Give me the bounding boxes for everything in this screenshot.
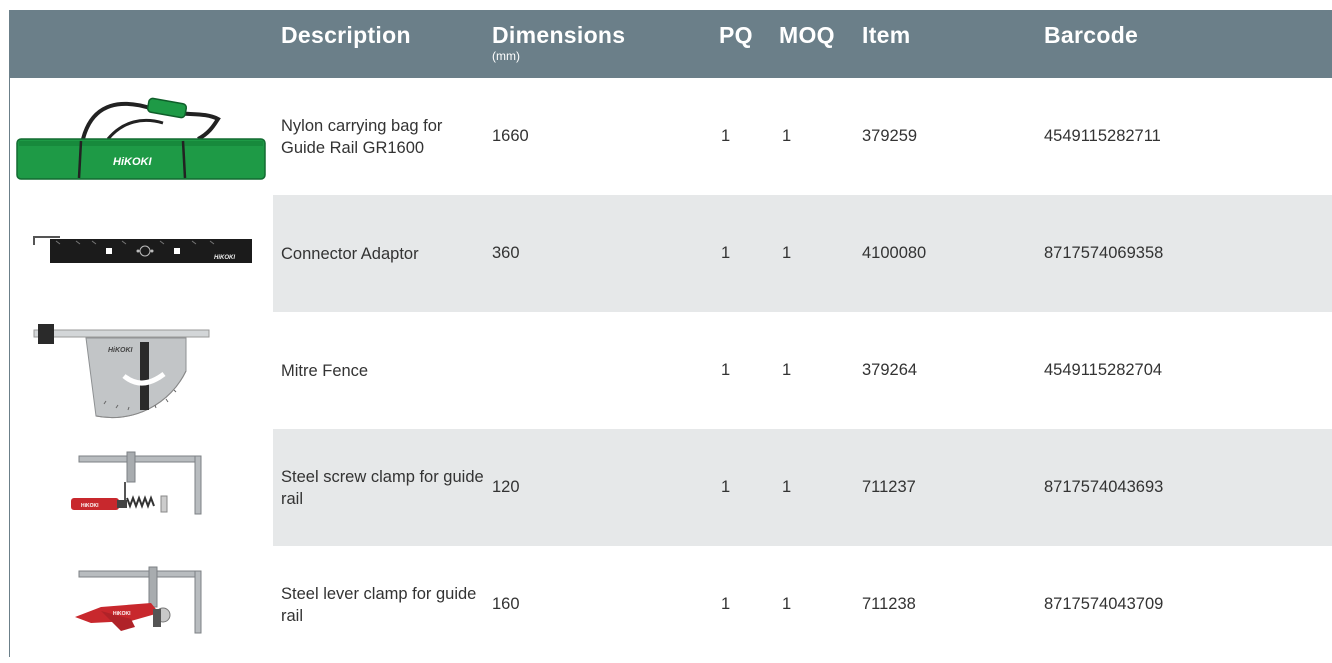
header-pq: PQ (719, 22, 753, 48)
table-row: HiKOKI Steel lever clamp for guide rail … (9, 546, 1332, 663)
moq-cell: 1 (782, 361, 792, 379)
item-cell: 379259 (862, 127, 918, 145)
bag-logo: HiKOKI (113, 156, 152, 168)
pq-cell: 1 (721, 244, 731, 262)
item-cell: 4100080 (862, 244, 927, 262)
table-row: HiKOKI Nylon carrying bag for Guide Rail… (9, 78, 1332, 195)
screw-clamp-logo: HiKOKI (81, 503, 99, 509)
dimensions-cell: 1660 (492, 127, 529, 145)
moq-cell: 1 (782, 478, 792, 496)
item-cell: 711238 (862, 595, 916, 613)
moq-cell: 1 (782, 244, 792, 262)
barcode-cell: 8717574043693 (1044, 478, 1164, 496)
dimensions-cell: 360 (492, 244, 520, 262)
fence-logo: HiKOKI (108, 347, 134, 354)
lever-clamp-logo: HiKOKI (113, 611, 131, 617)
header-item: Item (862, 22, 911, 48)
moq-cell: 1 (782, 127, 792, 145)
header-dimensions: Dimensions (mm) (492, 22, 625, 63)
table-row: HiKOKI Mitre Fence 1 1 379264 4549115282… (9, 312, 1332, 429)
barcode-cell: 8717574069358 (1044, 244, 1164, 262)
header-dimensions-label: Dimensions (492, 22, 626, 48)
dimensions-cell: 160 (492, 595, 520, 613)
carrying-bag-image: HiKOKI (9, 78, 273, 195)
screw-clamp-image: HiKOKI (9, 429, 273, 546)
adaptor-logo: HiKOKI (214, 255, 235, 261)
table-row: HiKOKI Connector Adaptor 360 1 1 4100080… (9, 195, 1332, 312)
pq-cell: 1 (721, 478, 731, 496)
description-cell: Mitre Fence (281, 361, 369, 380)
barcode-cell: 4549115282711 (1044, 127, 1161, 145)
mitre-fence-image: HiKOKI (9, 312, 273, 429)
pq-cell: 1 (721, 361, 731, 379)
table-row: HiKOKI Steel screw clamp for guide rail … (9, 429, 1332, 546)
header-barcode: Barcode (1044, 22, 1139, 48)
dimensions-cell: 120 (492, 478, 520, 496)
barcode-cell: 4549115282704 (1044, 361, 1163, 379)
header-description: Description (281, 22, 411, 48)
description-cell: Connector Adaptor (281, 244, 419, 263)
header-dimensions-unit: (mm) (492, 49, 520, 63)
connector-adaptor-image: HiKOKI (9, 195, 273, 312)
lever-clamp-image: HiKOKI (9, 546, 273, 663)
item-cell: 711237 (862, 478, 916, 496)
barcode-cell: 8717574043709 (1044, 595, 1164, 613)
moq-cell: 1 (782, 595, 792, 613)
item-cell: 379264 (862, 361, 918, 379)
description-cell: Steel lever clamp for guide rail (281, 584, 477, 625)
description-cell: Steel screw clamp for guide rail (281, 467, 484, 508)
pq-cell: 1 (721, 595, 731, 613)
header-moq: MOQ (779, 22, 835, 48)
description-cell: Nylon carrying bag for Guide Rail GR1600 (281, 116, 443, 157)
table-header: Description Dimensions (mm) PQ MOQ Item … (9, 10, 1332, 78)
pq-cell: 1 (721, 127, 731, 145)
